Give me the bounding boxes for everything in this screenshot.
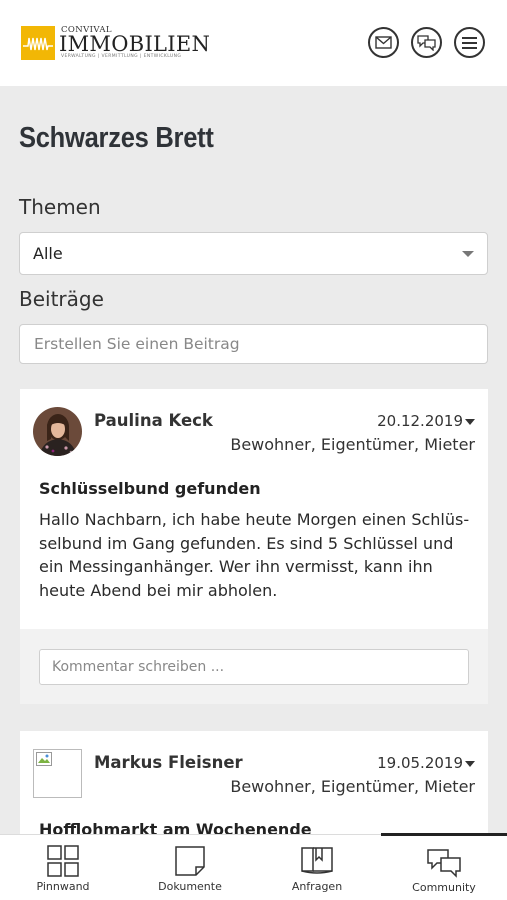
nav-label: Community bbox=[412, 881, 476, 894]
nav-item-anfragen[interactable]: Anfragen bbox=[254, 835, 380, 900]
post-roles: Bewohner, Eigentümer, Mieter bbox=[230, 435, 475, 454]
post-options-caret-icon[interactable] bbox=[465, 419, 475, 425]
post-title: Schlüsselbund gefunden bbox=[39, 479, 261, 498]
create-post-input[interactable] bbox=[19, 324, 488, 364]
chat-icon bbox=[417, 35, 436, 51]
nav-item-community[interactable]: Community bbox=[381, 833, 507, 899]
themen-select[interactable]: Alle bbox=[19, 232, 488, 275]
chat-bubbles-icon bbox=[427, 849, 461, 878]
mail-button[interactable] bbox=[368, 27, 399, 58]
post-roles: Bewohner, Eigentümer, Mieter bbox=[230, 777, 475, 796]
logo[interactable]: CONVIVAL IMMOBILIEN VERWALTUNG | VERMITT… bbox=[21, 25, 210, 62]
bottom-nav: Pinnwand Dokumente Anfragen Community bbox=[0, 833, 507, 900]
brand-tagline: VERWALTUNG | VERMITTLUNG | ENTWICKLUNG bbox=[61, 54, 182, 59]
beitraege-label: Beiträge bbox=[19, 287, 104, 311]
avatar[interactable] bbox=[33, 407, 82, 456]
nav-label: Anfragen bbox=[291, 880, 343, 893]
nav-item-dokumente[interactable]: Dokumente bbox=[127, 835, 253, 900]
logo-mark-icon bbox=[21, 26, 55, 60]
nav-label: Dokumente bbox=[158, 880, 222, 893]
comment-input[interactable] bbox=[39, 649, 469, 685]
post-author[interactable]: Paulina Keck bbox=[94, 411, 213, 430]
avatar-photo bbox=[33, 407, 82, 456]
post-date: 19.05.2019 bbox=[377, 754, 463, 772]
comment-area bbox=[20, 629, 488, 704]
post-card: Paulina Keck 20.12.2019 Bewohner, Eigent… bbox=[20, 389, 488, 704]
menu-button[interactable] bbox=[454, 27, 485, 58]
page-title: Schwarzes Brett bbox=[19, 122, 214, 154]
post-author[interactable]: Markus Fleisner bbox=[94, 753, 243, 772]
broken-image-icon bbox=[36, 752, 52, 766]
themen-selected-value: Alle bbox=[33, 244, 63, 263]
post-options-caret-icon[interactable] bbox=[465, 761, 475, 767]
post-body: Hallo Nachbarn, ich habe heute Morgen ei… bbox=[39, 510, 470, 600]
avatar[interactable] bbox=[33, 749, 82, 798]
chat-button[interactable] bbox=[411, 27, 442, 58]
brand-name: IMMOBILIEN bbox=[59, 32, 211, 56]
app-header: CONVIVAL IMMOBILIEN VERWALTUNG | VERMITT… bbox=[0, 0, 507, 86]
mail-icon bbox=[375, 36, 392, 49]
themen-label: Themen bbox=[19, 195, 101, 219]
document-icon bbox=[175, 846, 205, 876]
folder-icon bbox=[301, 847, 333, 874]
grid-icon bbox=[47, 845, 79, 877]
nav-item-pinnwand[interactable]: Pinnwand bbox=[0, 835, 126, 900]
post-date: 20.12.2019 bbox=[377, 412, 463, 430]
chevron-down-icon bbox=[462, 251, 474, 257]
nav-label: Pinnwand bbox=[36, 880, 90, 893]
menu-icon bbox=[462, 36, 477, 49]
